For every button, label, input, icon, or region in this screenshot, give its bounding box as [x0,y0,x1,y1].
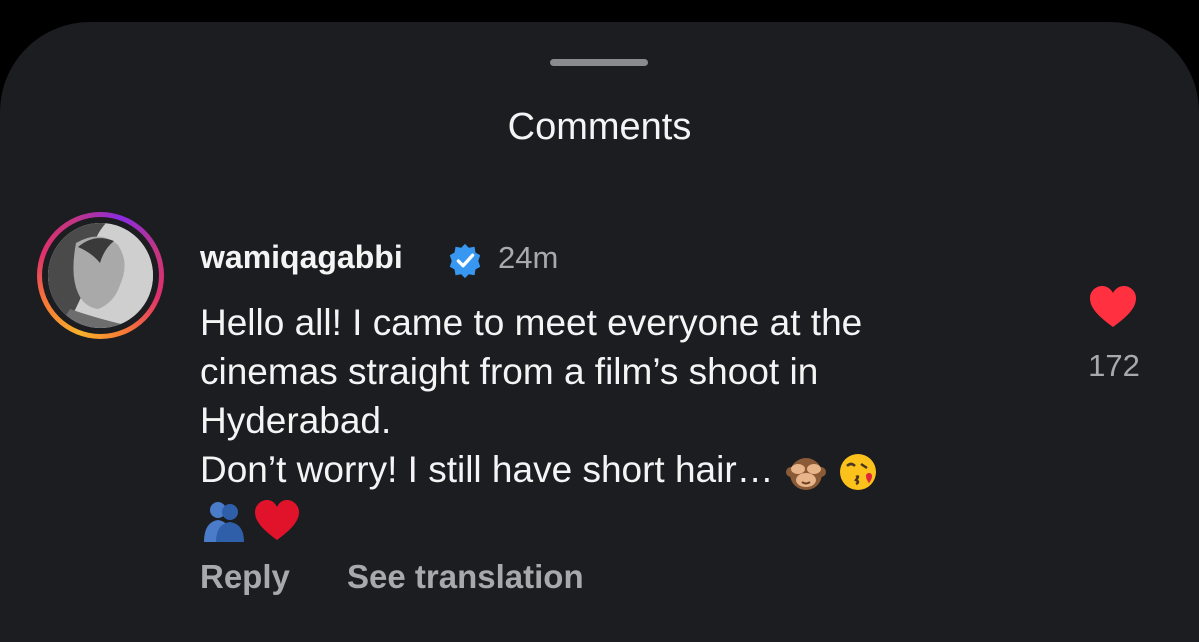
drag-handle[interactable] [550,59,648,66]
like-count: 172 [1088,348,1140,383]
comment-actions: Reply See translation [200,558,632,596]
see-no-evil-monkey-emoji [785,458,826,491]
red-heart-emoji [255,500,299,541]
comment-line [200,494,1060,544]
sheet-title: Comments [507,106,692,148]
avatar[interactable] [48,223,153,328]
verified-badge-icon [449,243,481,279]
comment-text: Hello all! I came to meet everyone at th… [200,298,1060,544]
heart-icon[interactable] [1088,284,1138,330]
reply-button[interactable]: Reply [200,558,290,595]
comment-line: cinemas straight from a film’s shoot in [200,351,819,392]
face-blowing-kiss-emoji [839,454,876,491]
comment-timestamp: 24m [498,240,559,275]
comment-line: Don’t worry! I still have short hair… [200,445,1060,494]
see-translation-button[interactable]: See translation [347,558,584,595]
comment-line: Hyderabad. [200,400,392,441]
comment-line: Hello all! I came to meet everyone at th… [200,302,863,343]
comments-sheet: Comments wamiqagabbi 24m Hello all! I ca… [0,22,1199,642]
comment-username[interactable]: wamiqagabbi [200,239,403,276]
avatar-photo [48,223,153,328]
story-ring[interactable] [37,212,164,339]
people-hugging-emoji [204,502,244,543]
